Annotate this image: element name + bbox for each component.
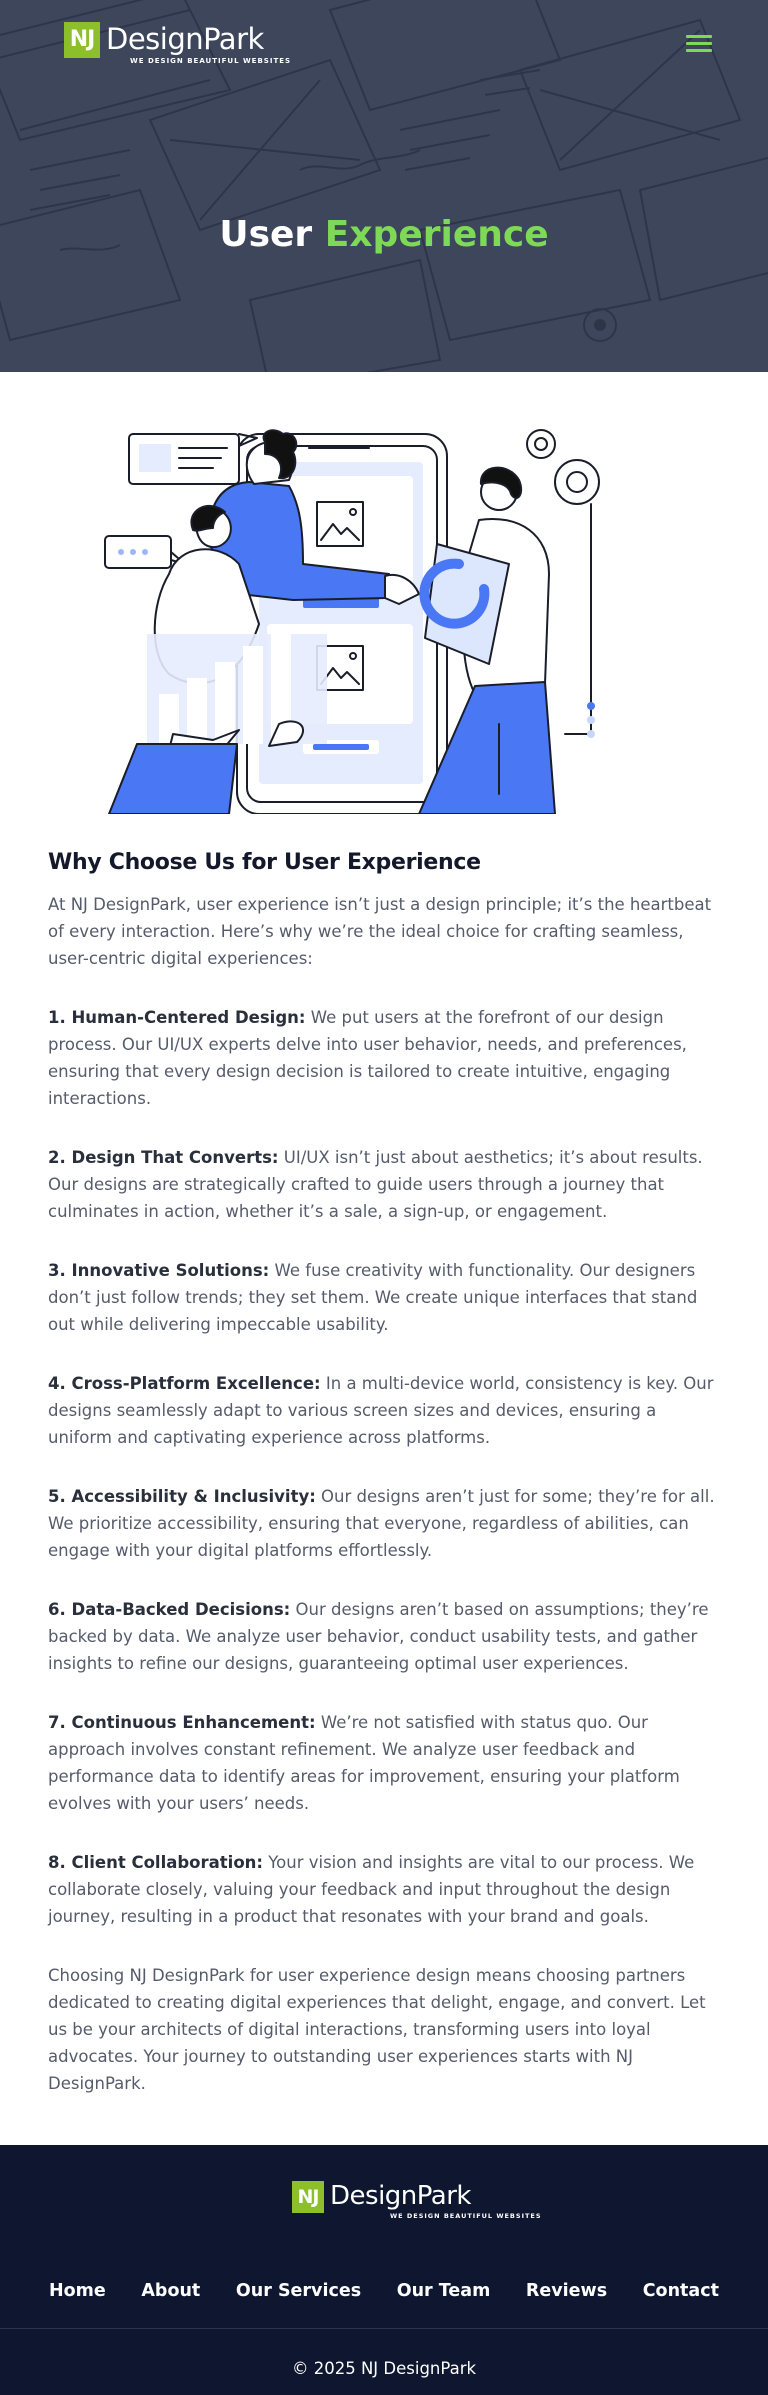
footer-link-contact[interactable]: Contact bbox=[643, 2281, 719, 2301]
reason-title: 2. Design That Converts: bbox=[48, 1148, 279, 1167]
footer-link-our-team[interactable]: Our Team bbox=[397, 2281, 491, 2301]
reason-item: 3. Innovative Solutions: We fuse creativ… bbox=[48, 1257, 720, 1338]
intro-paragraph: At NJ DesignPark, user experience isn’t … bbox=[48, 895, 712, 968]
page-title: User Experience bbox=[0, 214, 768, 255]
reason-item: 6. Data-Backed Decisions: Our designs ar… bbox=[48, 1596, 720, 1677]
reason-title: 5. Accessibility & Inclusivity: bbox=[48, 1487, 316, 1506]
reason-item: 1. Human-Centered Design: We put users a… bbox=[48, 1004, 720, 1112]
footer-link-about[interactable]: About bbox=[141, 2281, 200, 2301]
footer-link-home[interactable]: Home bbox=[49, 2281, 106, 2301]
copyright-text: © 2025 NJ DesignPark bbox=[291, 2359, 477, 2378]
reason-item: 8. Client Collaboration: Your vision and… bbox=[48, 1849, 720, 1930]
footer-divider bbox=[0, 2328, 768, 2329]
reason-item: 4. Cross-Platform Excellence: In a multi… bbox=[48, 1370, 720, 1451]
reason-title: 6. Data-Backed Decisions: bbox=[48, 1600, 291, 1619]
hamburger-menu-icon[interactable] bbox=[686, 34, 712, 54]
section-heading: Why Choose Us for User Experience bbox=[48, 850, 481, 875]
reason-item: 7. Continuous Enhancement: We’re not sat… bbox=[48, 1709, 720, 1817]
footer-link-reviews[interactable]: Reviews bbox=[526, 2281, 607, 2301]
page-title-part2: Experience bbox=[324, 214, 549, 255]
footer-navigation: Home About Our Services Our Team Reviews… bbox=[0, 2281, 768, 2301]
site-logo[interactable]: NJ DesignPark WE DESIGN BEAUTIFUL WEBSIT… bbox=[64, 22, 291, 65]
reason-title: 1. Human-Centered Design: bbox=[48, 1008, 306, 1027]
site-footer: NJ DesignPark WE DESIGN BEAUTIFUL WEBSIT… bbox=[0, 2145, 768, 2395]
logo-tagline: WE DESIGN BEAUTIFUL WEBSITES bbox=[390, 2212, 542, 2220]
reason-title: 3. Innovative Solutions: bbox=[48, 1261, 270, 1280]
ux-team-illustration bbox=[104, 429, 600, 814]
reason-title: 4. Cross-Platform Excellence: bbox=[48, 1374, 321, 1393]
page-title-part1: User bbox=[219, 214, 313, 255]
hero-banner: NJ DesignPark WE DESIGN BEAUTIFUL WEBSIT… bbox=[0, 0, 768, 372]
footer-link-our-services[interactable]: Our Services bbox=[236, 2281, 361, 2301]
reason-title: 7. Continuous Enhancement: bbox=[48, 1713, 316, 1732]
main-content: Why Choose Us for User Experience At NJ … bbox=[0, 424, 768, 2097]
reason-title: 8. Client Collaboration: bbox=[48, 1853, 264, 1872]
logo-text: DesignPark WE DESIGN BEAUTIFUL WEBSITES bbox=[106, 22, 291, 65]
reason-item: 2. Design That Converts: UI/UX isn’t jus… bbox=[48, 1144, 720, 1225]
logo-name: DesignPark bbox=[106, 22, 264, 56]
footer-logo[interactable]: NJ DesignPark WE DESIGN BEAUTIFUL WEBSIT… bbox=[292, 2181, 542, 2220]
closing-paragraph: Choosing NJ DesignPark for user experien… bbox=[48, 1966, 706, 2093]
logo-tagline: WE DESIGN BEAUTIFUL WEBSITES bbox=[130, 57, 292, 65]
logo-mark: NJ bbox=[292, 2181, 324, 2213]
top-navigation-bar: NJ DesignPark WE DESIGN BEAUTIFUL WEBSIT… bbox=[0, 0, 768, 90]
logo-mark: NJ bbox=[64, 22, 100, 58]
logo-text: DesignPark WE DESIGN BEAUTIFUL WEBSITES bbox=[330, 2181, 542, 2220]
logo-name: DesignPark bbox=[330, 2181, 471, 2211]
reason-item: 5. Accessibility & Inclusivity: Our desi… bbox=[48, 1483, 720, 1564]
